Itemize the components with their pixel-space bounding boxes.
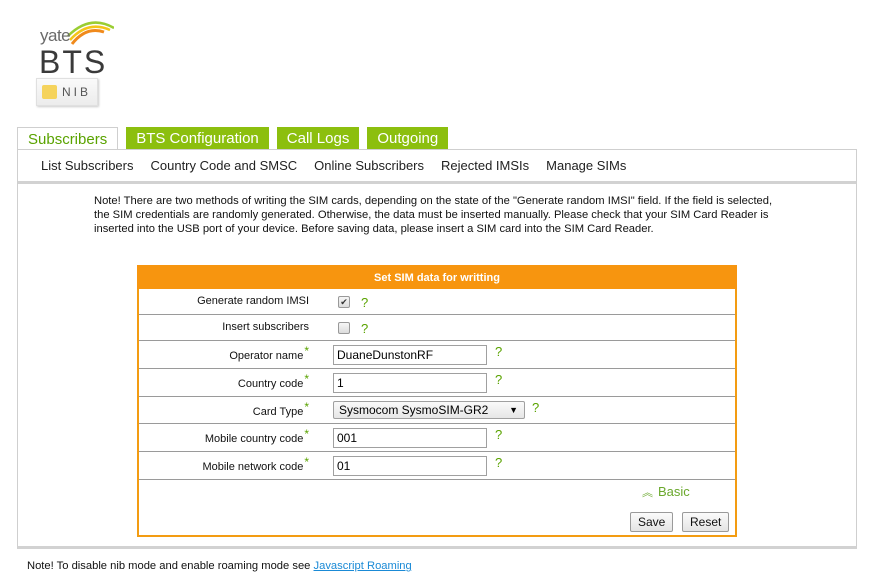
label-mobile-network-code: Mobile network code*: [202, 455, 309, 473]
form-title: Set SIM data for writting: [137, 265, 737, 289]
subnav-rejected-imsis[interactable]: Rejected IMSIs: [441, 158, 529, 173]
generate-random-imsi-checkbox[interactable]: ✔: [338, 296, 350, 308]
required-asterisk: *: [304, 427, 309, 441]
help-icon[interactable]: ?: [495, 372, 502, 387]
basic-toggle-link[interactable]: ︽ Basic: [642, 484, 690, 500]
subscribers-panel: List Subscribers Country Code and SMSC O…: [17, 149, 857, 549]
label-text: Mobile country code: [204, 433, 304, 445]
country-code-input[interactable]: 1: [333, 373, 487, 393]
subnav-country-code-and-smsc[interactable]: Country Code and SMSC: [150, 158, 297, 173]
card-type-select[interactable]: Sysmocom SysmoSIM-GR2 ▼: [333, 401, 525, 419]
yatebts-nib-logo: yate BTS NIB: [34, 18, 114, 108]
required-asterisk: *: [304, 344, 309, 358]
label-card-type: Card Type*: [252, 400, 309, 418]
main-tabs: Subscribers BTS Configuration Call Logs …: [17, 127, 456, 150]
label-text: Mobile network code: [202, 461, 304, 473]
card-type-value: Sysmocom SysmoSIM-GR2: [339, 403, 489, 417]
subnav: List Subscribers Country Code and SMSC O…: [18, 150, 856, 184]
basic-label: Basic: [658, 484, 690, 499]
javascript-roaming-link[interactable]: Javascript Roaming: [314, 560, 412, 572]
set-sim-data-form: Set SIM data for writting Generate rando…: [137, 265, 737, 537]
label-operator-name: Operator name*: [229, 344, 309, 362]
row-card-type: Card Type* Sysmocom SysmoSIM-GR2 ▼ ?: [139, 397, 735, 424]
reset-button[interactable]: Reset: [682, 512, 730, 532]
logo-nib-text: NIB: [62, 85, 92, 99]
help-icon[interactable]: ?: [495, 455, 502, 470]
label-country-code: Country code*: [237, 372, 309, 390]
label-mobile-country-code: Mobile country code*: [204, 427, 309, 445]
roaming-note-text: Note! To disable nib mode and enable roa…: [27, 560, 314, 572]
dropdown-arrow-icon: ▼: [509, 405, 518, 415]
tab-bts-configuration[interactable]: BTS Configuration: [126, 127, 269, 149]
required-asterisk: *: [304, 372, 309, 386]
sim-writing-note: Note! There are two methods of writing t…: [94, 195, 773, 235]
tab-subscribers[interactable]: Subscribers: [17, 127, 119, 150]
required-asterisk: *: [304, 455, 309, 469]
label-text: Card Type: [252, 406, 304, 418]
roaming-note: Note! To disable nib mode and enable roa…: [27, 560, 412, 572]
mobile-network-code-input[interactable]: 01: [333, 456, 487, 476]
help-icon[interactable]: ?: [495, 344, 502, 359]
help-icon[interactable]: ?: [361, 321, 368, 336]
row-insert-subscribers: Insert subscribers ?: [139, 315, 735, 341]
insert-subscribers-checkbox[interactable]: [338, 322, 350, 334]
help-icon[interactable]: ?: [532, 400, 539, 415]
label-insert-subscribers: Insert subscribers: [222, 321, 309, 333]
label-text: Country code: [237, 378, 304, 390]
mobile-country-code-input[interactable]: 001: [333, 428, 487, 448]
tab-call-logs[interactable]: Call Logs: [276, 127, 360, 149]
logo-bts-text: BTS: [39, 44, 108, 80]
row-operator-name: Operator name* DuaneDunstonRF ?: [139, 341, 735, 369]
save-button[interactable]: Save: [630, 512, 674, 532]
subnav-list-subscribers[interactable]: List Subscribers: [41, 158, 133, 173]
row-country-code: Country code* 1 ?: [139, 369, 735, 397]
double-chevron-up-icon: ︽: [642, 487, 653, 499]
row-mobile-country-code: Mobile country code* 001 ?: [139, 424, 735, 452]
logo-nib-badge: NIB: [36, 78, 98, 106]
operator-name-input[interactable]: DuaneDunstonRF: [333, 345, 487, 365]
tab-outgoing[interactable]: Outgoing: [367, 127, 449, 149]
label-text: Operator name: [229, 350, 304, 362]
sim-chip-icon: [42, 85, 57, 99]
row-generate-random-imsi: Generate random IMSI ✔ ?: [139, 289, 735, 315]
required-asterisk: *: [304, 400, 309, 414]
logo-yate-text: yate: [40, 26, 71, 45]
row-mobile-network-code: Mobile network code* 01 ?: [139, 452, 735, 480]
subnav-online-subscribers[interactable]: Online Subscribers: [314, 158, 424, 173]
help-icon[interactable]: ?: [361, 295, 368, 310]
help-icon[interactable]: ?: [495, 427, 502, 442]
label-generate-random-imsi: Generate random IMSI: [197, 295, 309, 307]
subnav-manage-sims[interactable]: Manage SIMs: [546, 158, 626, 173]
